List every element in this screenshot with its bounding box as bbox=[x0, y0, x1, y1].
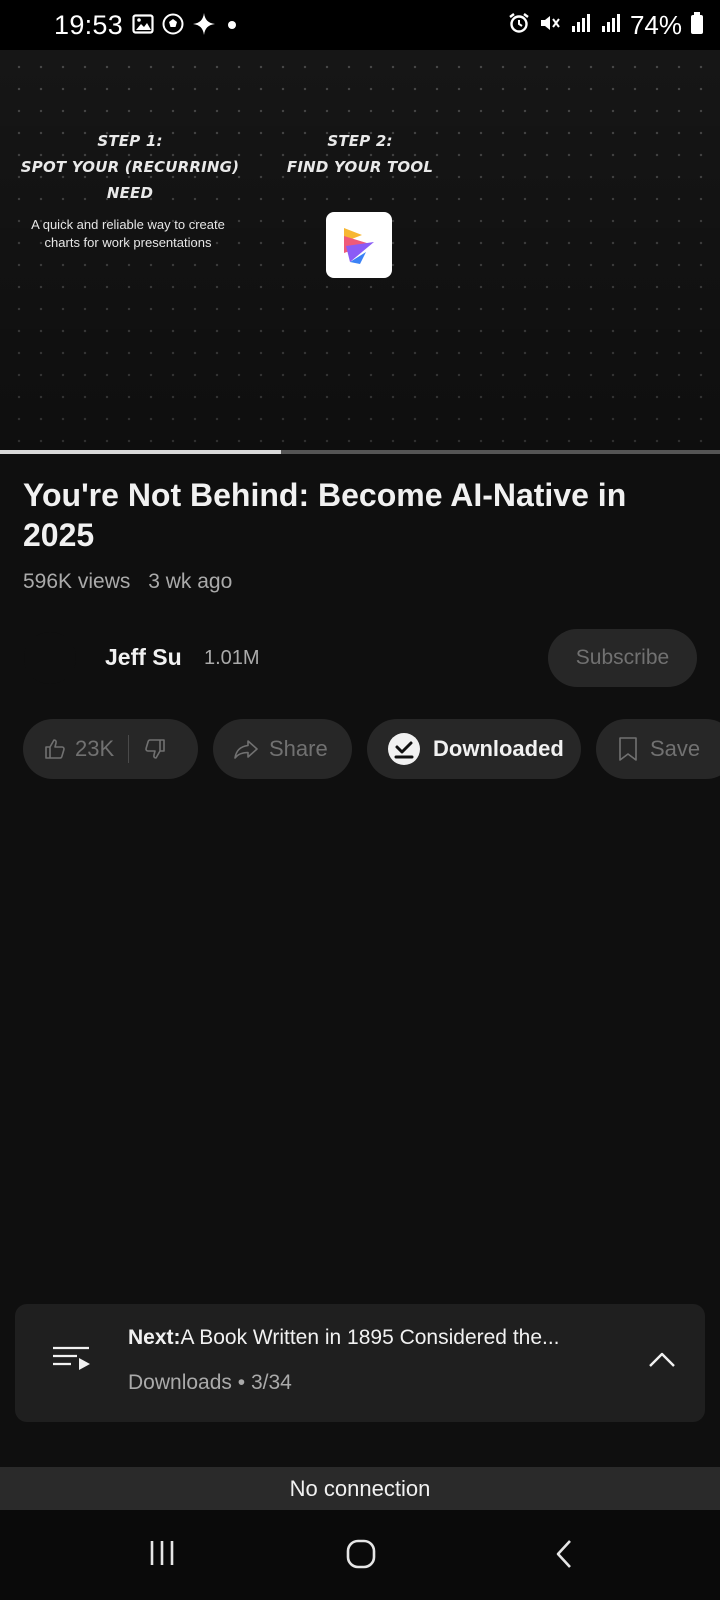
step1-description: A quick and reliable way to create chart… bbox=[31, 217, 225, 250]
video-progress-bar[interactable] bbox=[0, 450, 720, 454]
step2-title: STEP 2: bbox=[327, 132, 393, 150]
thumbs-down-icon[interactable] bbox=[143, 737, 167, 761]
video-title[interactable]: You're Not Behind: Become AI-Native in 2… bbox=[23, 475, 663, 555]
video-progress-fill bbox=[0, 450, 281, 454]
chevron-up-icon[interactable] bbox=[647, 1348, 677, 1375]
step2-heading: STEP 2: FIND YOUR TOOL bbox=[280, 128, 440, 180]
share-label: Share bbox=[269, 736, 328, 761]
next-title: A Book Written in 1895 Considered the... bbox=[180, 1326, 560, 1349]
queue-play-icon bbox=[53, 1344, 93, 1377]
step2-subtitle: FIND YOUR TOOL bbox=[286, 158, 434, 176]
home-icon[interactable] bbox=[345, 1538, 377, 1575]
upload-age: 3 wk ago bbox=[148, 570, 233, 593]
no-connection-banner: No connection bbox=[0, 1467, 720, 1510]
save-label: Save bbox=[650, 736, 701, 761]
step1-subtitle: SPOT YOUR (RECURRING) NEED bbox=[20, 158, 240, 202]
mute-icon bbox=[538, 12, 562, 39]
status-notification-icons bbox=[132, 12, 240, 41]
step1-heading: STEP 1: SPOT YOUR (RECURRING) NEED bbox=[20, 128, 240, 206]
playlist-name: Downloads bbox=[128, 1371, 232, 1394]
battery-percent: 74% bbox=[629, 10, 682, 40]
playlist-position: 3/34 bbox=[250, 1371, 292, 1394]
next-up-card[interactable]: Next:A Book Written in 1895 Considered t… bbox=[15, 1304, 705, 1422]
share-icon bbox=[233, 737, 259, 761]
action-bar: 23K Share Downloaded Save bbox=[0, 719, 720, 779]
alarm-icon bbox=[508, 12, 530, 39]
channel-name[interactable]: Jeff Su bbox=[105, 644, 182, 671]
next-playlist-info: Downloads • 3/34 bbox=[128, 1371, 292, 1394]
next-label: Next: bbox=[128, 1326, 181, 1349]
download-done-icon bbox=[387, 732, 421, 766]
next-video-title: Next:A Book Written in 1895 Considered t… bbox=[128, 1326, 618, 1350]
channel-row: Jeff Su 1.01M Subscribe bbox=[0, 628, 720, 688]
view-count: 596K views bbox=[23, 570, 131, 593]
channel-avatar[interactable] bbox=[24, 632, 76, 684]
like-dislike-group: 23K bbox=[23, 719, 198, 779]
downloaded-label: Downloaded bbox=[433, 736, 564, 761]
share-button[interactable]: Share bbox=[213, 719, 352, 779]
gallery-icon bbox=[132, 13, 154, 40]
signal-icon bbox=[570, 12, 592, 39]
subscriber-count: 1.01M bbox=[204, 647, 260, 669]
video-player[interactable]: STEP 1: SPOT YOUR (RECURRING) NEED A qui… bbox=[0, 50, 720, 450]
thumbs-up-icon[interactable] bbox=[43, 737, 67, 761]
like-count[interactable]: 23K bbox=[75, 736, 114, 762]
chart-app-icon bbox=[326, 212, 392, 278]
recent-apps-icon[interactable] bbox=[147, 1538, 177, 1573]
save-button[interactable]: Save bbox=[596, 719, 720, 779]
bookmark-icon bbox=[618, 736, 638, 762]
step1-title: STEP 1: bbox=[97, 132, 163, 150]
battery-icon bbox=[690, 11, 704, 40]
status-system-icons: 74% bbox=[508, 10, 704, 41]
system-nav-bar bbox=[0, 1510, 720, 1600]
subscribe-button[interactable]: Subscribe bbox=[548, 629, 697, 687]
status-time: 19:53 bbox=[54, 10, 124, 40]
video-metadata[interactable]: 596K views 3 wk ago bbox=[23, 570, 232, 594]
back-icon[interactable] bbox=[552, 1538, 576, 1575]
dot-icon bbox=[224, 13, 240, 40]
signal-icon bbox=[600, 12, 622, 39]
like-divider bbox=[128, 735, 130, 763]
sparkle-icon bbox=[192, 12, 216, 41]
downloaded-button[interactable]: Downloaded bbox=[367, 719, 581, 779]
soccer-ball-icon bbox=[162, 13, 184, 40]
status-bar: 19:53 74% bbox=[0, 0, 720, 50]
